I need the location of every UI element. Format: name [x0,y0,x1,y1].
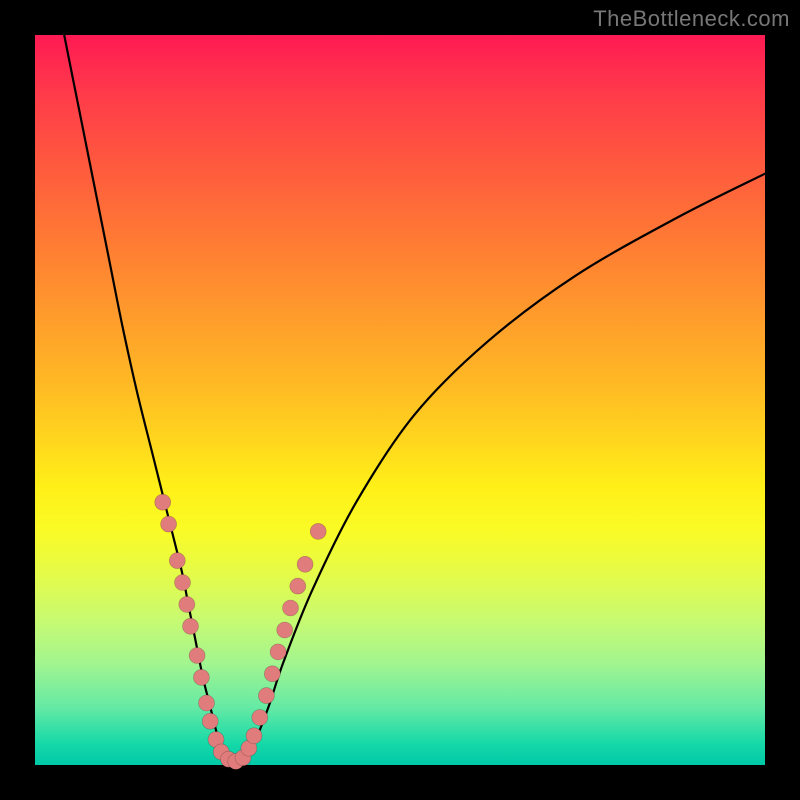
marker-dot [189,648,205,664]
marker-dot [161,516,177,532]
marker-dot [183,618,199,634]
marker-dot [290,578,306,594]
watermark-text: TheBottleneck.com [593,6,790,32]
plot-area [35,35,765,765]
marker-dot [175,575,191,591]
marker-dot [297,556,313,572]
marker-dot [264,666,280,682]
marker-dot [202,713,218,729]
marker-dot [258,688,274,704]
marker-dot [179,596,195,612]
marker-dot [283,600,299,616]
marker-dot [199,695,215,711]
curve-svg [35,35,765,765]
marker-dot [169,553,185,569]
chart-frame: TheBottleneck.com [0,0,800,800]
marker-dot [193,669,209,685]
marker-dot [252,710,268,726]
marker-dot [277,622,293,638]
marker-dot [155,494,171,510]
marker-group [155,494,327,769]
marker-dot [310,523,326,539]
marker-dot [270,644,286,660]
bottleneck-curve [64,35,765,767]
marker-dot [246,728,262,744]
